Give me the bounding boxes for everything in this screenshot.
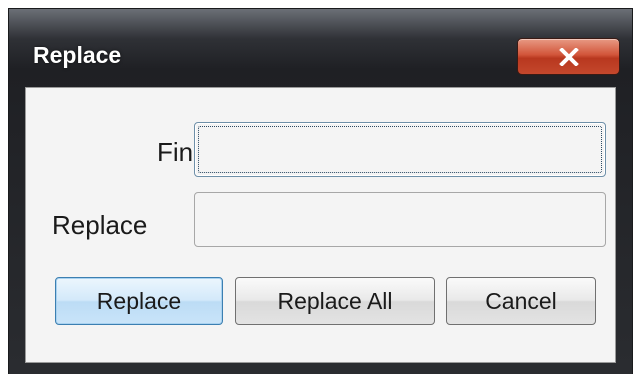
replace-button[interactable]: Replace bbox=[55, 277, 223, 325]
replace-label: Replace bbox=[52, 210, 148, 240]
cancel-button[interactable]: Cancel bbox=[446, 277, 596, 325]
find-field[interactable] bbox=[194, 122, 606, 177]
dialog-title: Replace bbox=[33, 42, 122, 68]
close-button[interactable] bbox=[517, 38, 620, 75]
replace-field[interactable] bbox=[194, 192, 606, 247]
title-bar[interactable]: Replace bbox=[9, 9, 632, 89]
close-icon bbox=[558, 47, 579, 66]
replace-dialog: Replace Find: Replace Replace Replace Al… bbox=[8, 8, 633, 374]
replace-input[interactable] bbox=[195, 193, 605, 246]
replace-all-button[interactable]: Replace All bbox=[235, 277, 435, 325]
find-input[interactable] bbox=[195, 123, 605, 176]
